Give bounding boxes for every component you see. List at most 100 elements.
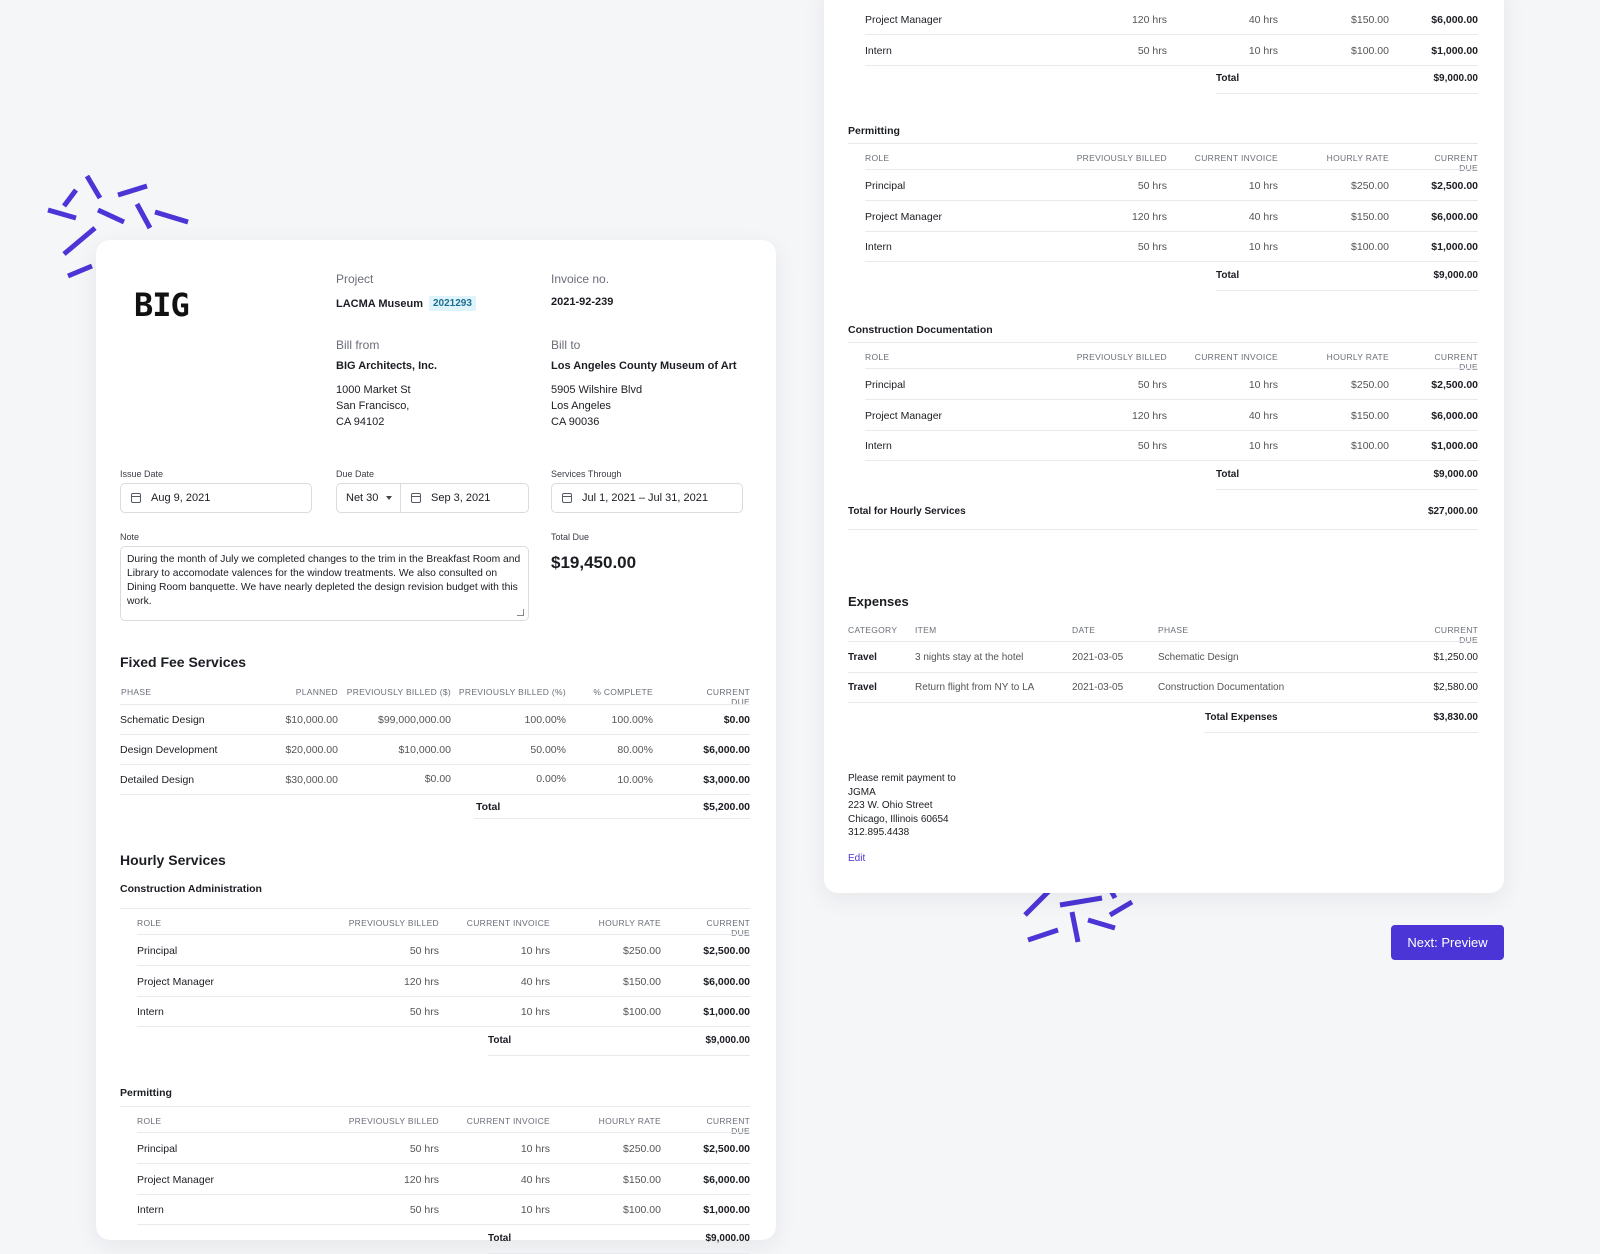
company-logo: BIG: [134, 286, 190, 324]
edit-remit-link[interactable]: Edit: [848, 853, 865, 864]
table-cell: $150.00: [623, 1173, 661, 1186]
bill-from-label: Bill from: [336, 338, 380, 352]
services-through-field[interactable]: Jul 1, 2021 – Jul 31, 2021: [551, 483, 743, 513]
column-header: CURRENT INVOICE: [1194, 153, 1278, 163]
column-header: HOURLY RATE: [1326, 153, 1389, 163]
table-cell: $250.00: [1351, 379, 1389, 391]
table-cell: 10 hrs: [520, 1143, 550, 1155]
table-cell: Project Manager: [137, 975, 215, 988]
invoice-number: 2021-92-239: [551, 296, 614, 308]
bill-from-name: BIG Architects, Inc.: [336, 360, 438, 372]
remit-line: Please remit payment to: [848, 773, 956, 784]
table-cell: 2021-03-05: [1072, 652, 1124, 663]
column-header: CURRENT INVOICE: [466, 1116, 550, 1126]
expenses-title: Expenses: [848, 594, 909, 609]
table-cell: $20,000.00: [285, 744, 338, 756]
column-header: PHASE: [121, 687, 152, 697]
fixed-fee-total-value: $5,200.00: [703, 801, 750, 813]
project-name: LACMA Museum 2021293: [336, 296, 476, 311]
table-cell: 10 hrs: [1248, 44, 1278, 57]
due-date-field[interactable]: Net 30 Sep 3, 2021: [336, 483, 529, 513]
table-cell: Principal: [865, 379, 906, 391]
hourly-total-value: $9,000.00: [1433, 73, 1479, 84]
table-cell: 40 hrs: [1248, 210, 1278, 223]
table-cell: 80.00%: [617, 744, 653, 756]
table-cell: Project Manager: [865, 14, 943, 26]
table-cell: 10 hrs: [1248, 180, 1278, 192]
remit-line: 223 W. Ohio Street: [848, 800, 933, 811]
next-preview-button[interactable]: Next: Preview: [1391, 925, 1504, 960]
table-cell: 40 hrs: [520, 975, 550, 988]
table-cell: $150.00: [1351, 409, 1389, 422]
column-header: PREVIOUSLY BILLED: [1076, 352, 1167, 362]
table-cell: 100.00%: [611, 714, 653, 726]
hourly-total-label: Total: [488, 1034, 512, 1046]
table-cell: $150.00: [623, 975, 661, 988]
table-cell: $2,500.00: [1431, 180, 1478, 192]
table-cell: 120 hrs: [1131, 210, 1167, 223]
column-header: PREVIOUSLY BILLED: [1076, 153, 1167, 163]
table-cell: 50 hrs: [1137, 180, 1167, 192]
bill-to-name: Los Angeles County Museum of Art: [551, 360, 737, 372]
column-header: ROLE: [137, 1116, 162, 1126]
table-cell: 10 hrs: [520, 945, 550, 957]
table-cell: 50 hrs: [1137, 241, 1167, 253]
table-cell: $10,000.00: [398, 744, 451, 756]
bill-from-address: 1000 Market St San Francisco, CA 94102: [336, 382, 411, 430]
terms-select[interactable]: Net 30: [337, 484, 401, 512]
bill-to-label: Bill to: [551, 338, 581, 352]
column-header: % COMPLETE: [593, 687, 653, 697]
address-line: Los Angeles: [551, 400, 611, 412]
expenses-total-value: $3,830.00: [1433, 712, 1479, 723]
column-header: CURRENT DUE: [1434, 153, 1479, 173]
terms-value: Net 30: [346, 492, 379, 504]
issue-date-field[interactable]: Aug 9, 2021: [120, 483, 312, 513]
table-cell: $6,000.00: [703, 1173, 750, 1186]
fixed-fee-total-label: Total: [476, 801, 501, 813]
table-cell: $10,000.00: [285, 714, 338, 726]
table-cell: $2,500.00: [703, 945, 750, 957]
column-header: CURRENT INVOICE: [466, 918, 550, 928]
table-cell: $2,500.00: [1431, 379, 1478, 391]
issue-date-label: Issue Date: [120, 469, 164, 479]
total-due-value: $19,450.00: [551, 553, 637, 572]
resize-handle-icon[interactable]: [517, 609, 524, 616]
hourly-total-value: $9,000.00: [705, 1232, 751, 1244]
remit-line: Chicago, Illinois 60654: [848, 813, 949, 825]
project-code-badge: 2021293: [428, 296, 476, 311]
table-cell: 50 hrs: [409, 945, 439, 957]
column-header: ROLE: [865, 352, 890, 362]
hourly-group-title: Permitting: [848, 125, 900, 137]
table-cell: $1,000.00: [703, 1204, 750, 1216]
note-textarea[interactable]: During the month of July we completed ch…: [120, 546, 529, 621]
table-cell: 100.00%: [524, 714, 566, 726]
table-cell: $150.00: [1351, 210, 1389, 223]
decorative-spark-bottom: [1023, 883, 1134, 943]
table-cell: Principal: [865, 180, 906, 192]
table-cell: 3 nights stay at the hotel: [915, 652, 1024, 663]
table-cell: 120 hrs: [1131, 14, 1167, 26]
column-header: CURRENT DUE: [706, 1116, 751, 1136]
address-line: CA 90036: [551, 416, 600, 428]
column-header: CATEGORY: [848, 625, 898, 635]
bill-to-address: 5905 Wilshire Blvd Los Angeles CA 90036: [551, 382, 642, 430]
table-cell: $3,000.00: [703, 774, 750, 786]
table-cell: $1,000.00: [703, 1006, 750, 1018]
table-cell: $1,250.00: [1433, 652, 1479, 663]
table-cell: $100.00: [1351, 440, 1389, 452]
table-cell: $6,000.00: [1431, 14, 1478, 26]
table-cell: 10 hrs: [1248, 440, 1278, 452]
table-cell: Travel: [848, 652, 877, 663]
table-cell: 0.00%: [536, 773, 566, 785]
table-cell: Schematic Design: [120, 714, 205, 726]
table-cell: Project Manager: [865, 409, 943, 422]
fixed-fee-title: Fixed Fee Services: [120, 654, 247, 670]
table-cell: Intern: [865, 44, 892, 57]
remit-address: Please remit payment to JGMA 223 W. Ohio…: [848, 772, 956, 840]
table-cell: 120 hrs: [403, 1173, 439, 1186]
hourly-total-label: Total: [1216, 468, 1240, 480]
table-cell: 50.00%: [530, 744, 566, 756]
table-cell: 10.00%: [617, 774, 653, 786]
table-cell: Return flight from NY to LA: [915, 682, 1035, 693]
table-cell: Intern: [865, 440, 892, 452]
